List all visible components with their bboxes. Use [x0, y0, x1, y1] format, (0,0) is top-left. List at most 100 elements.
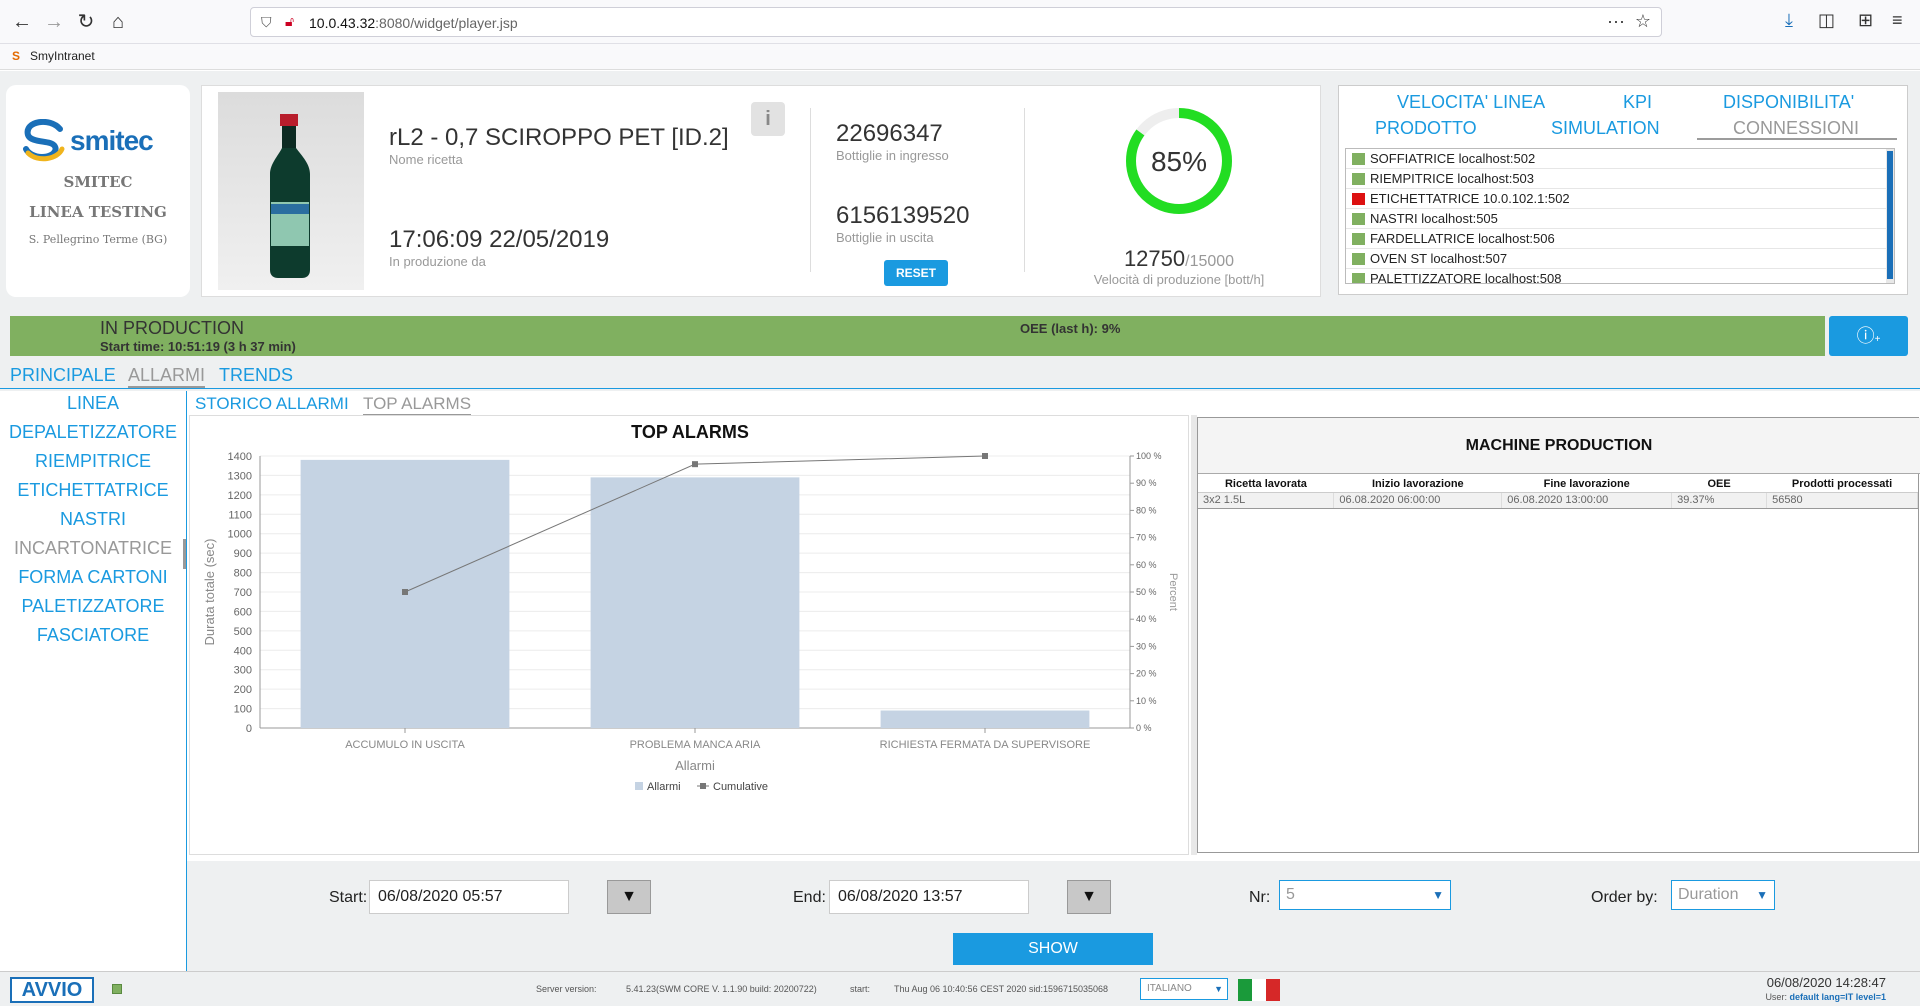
table-header-row: Ricetta lavorata Inizio lavorazione Fine…	[1198, 476, 1918, 493]
y2-tick-label: 20 %	[1136, 669, 1157, 679]
production-status-bar: IN PRODUCTION Start time: 10:51:19 (3 h …	[10, 316, 1825, 356]
italian-flag-icon[interactable]	[1238, 979, 1280, 1001]
recipe-info-icon[interactable]: i	[751, 102, 785, 136]
main-tabs: PRINCIPALE ALLARMI TRENDS	[0, 363, 1920, 389]
connections-scrollbar[interactable]	[1886, 149, 1894, 283]
production-since-label: In produzione da	[389, 254, 486, 269]
home-icon[interactable]: ⌂	[104, 8, 132, 36]
tab-simulation[interactable]: SIMULATION	[1551, 118, 1660, 139]
order-by-select[interactable]: Duration ▼	[1671, 880, 1775, 910]
bookmark-star-icon[interactable]: ☆	[1635, 11, 1651, 32]
y-tick-label: 300	[234, 665, 252, 677]
back-icon[interactable]: ←	[8, 8, 36, 36]
user-value: default lang=IT level=1	[1789, 992, 1886, 1002]
speed-max: /15000	[1185, 253, 1235, 270]
tab-principale[interactable]: PRINCIPALE	[10, 365, 116, 386]
list-item[interactable]: ETICHETTATRICE 10.0.102.1:502	[1346, 189, 1894, 209]
nr-select[interactable]: 5 ▼	[1279, 880, 1451, 910]
machine-production-table: Ricetta lavorata Inizio lavorazione Fine…	[1198, 476, 1918, 509]
download-icon[interactable]: ⤓	[1785, 10, 1793, 31]
forward-icon[interactable]: →	[40, 8, 68, 36]
speed-label: Velocità di produzione [bott/h]	[1093, 272, 1265, 287]
tab-allarmi[interactable]: ALLARMI	[128, 365, 206, 388]
tab-disponibilita[interactable]: DISPONIBILITA'	[1723, 92, 1854, 113]
show-button[interactable]: SHOW	[953, 933, 1153, 965]
tab-connessioni[interactable]: CONNESSIONI	[1733, 118, 1859, 139]
tab-trends[interactable]: TRENDS	[219, 365, 293, 386]
nr-value: 5	[1286, 886, 1295, 903]
list-item[interactable]: NASTRI localhost:505	[1346, 209, 1894, 229]
y-tick-label: 900	[234, 548, 252, 560]
chart-canvas: 0 100 200 300 400 500 600 700 800 900 1000 1100 1200…	[202, 451, 1179, 793]
tab-prodotto[interactable]: PRODOTTO	[1375, 118, 1477, 139]
y-tick-label: 1300	[228, 470, 252, 482]
column-header[interactable]: Ricetta lavorata	[1198, 476, 1334, 493]
column-header[interactable]: Prodotti processati	[1766, 476, 1918, 493]
language-value: ITALIANO	[1147, 983, 1192, 994]
list-item[interactable]: RIEMPITRICE localhost:503	[1346, 169, 1894, 189]
line-name: LINEA TESTING	[29, 203, 167, 221]
url-bar[interactable]: ⛉ 🔓︎ 10.0.43.32:8080/widget/player.jsp ·…	[250, 7, 1662, 37]
tab-storico-allarmi[interactable]: STORICO ALLARMI	[195, 394, 349, 414]
end-date-input[interactable]: 06/08/2020 13:57	[829, 880, 1029, 914]
side-item-etichettatrice[interactable]: ETICHETTATRICE	[0, 480, 186, 501]
production-since: 17:06:09 22/05/2019	[389, 226, 610, 253]
start-date-picker-button[interactable]: ▼	[607, 880, 651, 914]
column-header[interactable]: OEE	[1671, 476, 1767, 493]
table-cell: 06.08.2020 13:00:00	[1501, 492, 1673, 509]
reset-button[interactable]: RESET	[884, 260, 948, 286]
side-item-fasciatore[interactable]: FASCIATORE	[0, 625, 186, 646]
bar	[880, 710, 1090, 728]
connection-status-icon	[112, 984, 122, 994]
reload-icon[interactable]: ↻	[72, 8, 100, 36]
top-alarms-chart: TOP ALARMS 0 100 200 300 400 500 600 700 800 900 1…	[189, 415, 1189, 855]
start-label: Start:	[329, 889, 368, 906]
table-cell: 56580	[1766, 492, 1918, 509]
list-item[interactable]: FARDELLATRICE localhost:506	[1346, 229, 1894, 249]
x-axis-label: Allarmi	[675, 758, 715, 773]
status-info-button[interactable]: ⓘ+	[1829, 316, 1908, 356]
extensions-icon[interactable]: ⊞	[1858, 10, 1873, 31]
side-item-paletizzatore[interactable]: PALETIZZATORE	[0, 596, 186, 617]
tab-kpi[interactable]: KPI	[1623, 92, 1652, 113]
tab-velocita-linea[interactable]: VELOCITA' LINEA	[1397, 92, 1545, 113]
bookmark-smyintranet[interactable]: S SmyIntranet	[12, 49, 95, 63]
side-item-linea[interactable]: LINEA	[0, 393, 186, 414]
user-prefix: User:	[1765, 992, 1790, 1002]
bottles-in-value: 22696347	[836, 120, 943, 147]
active-tab-indicator	[1697, 138, 1897, 140]
footer-bar: AVVIO Server version: 5.41.23(SWM CORE V…	[0, 971, 1920, 1006]
legend-label-allarmi: Allarmi	[647, 781, 681, 793]
connection-status-icon	[1352, 233, 1365, 245]
side-item-incartonatrice[interactable]: INCARTONATRICE	[0, 538, 186, 559]
list-item[interactable]: SOFFIATRICE localhost:502	[1346, 149, 1894, 169]
list-item[interactable]: PALETTIZZATORE localhost:508	[1346, 269, 1894, 283]
url-text: 10.0.43.32:8080/widget/player.jsp	[309, 15, 518, 31]
avvio-button[interactable]: AVVIO	[10, 977, 94, 1003]
side-item-riempitrice[interactable]: RIEMPITRICE	[0, 451, 186, 472]
tab-top-alarms[interactable]: TOP ALARMS	[363, 394, 472, 416]
column-header[interactable]: Inizio lavorazione	[1333, 476, 1502, 493]
insecure-lock-icon[interactable]: 🔓︎	[285, 13, 294, 30]
end-date-picker-button[interactable]: ▼	[1067, 880, 1111, 914]
column-header[interactable]: Fine lavorazione	[1501, 476, 1672, 493]
connection-status-icon	[1352, 153, 1365, 165]
start-date-input[interactable]: 06/08/2020 05:57	[369, 880, 569, 914]
y2-tick-label: 0 %	[1136, 723, 1152, 733]
language-select[interactable]: ITALIANO ▼	[1140, 978, 1228, 1000]
menu-icon[interactable]: ≡	[1892, 10, 1903, 31]
connection-name: ETICHETTATRICE 10.0.102.1:502	[1370, 191, 1570, 206]
y2-tick-label: 40 %	[1136, 614, 1157, 624]
sidebar-icon[interactable]: ◫	[1818, 10, 1835, 31]
scrollbar-thumb[interactable]	[1887, 151, 1893, 279]
start-info-label: start:	[850, 984, 871, 994]
side-item-depaletizzatore[interactable]: DEPALETIZZATORE	[0, 422, 186, 443]
side-item-nastri[interactable]: NASTRI	[0, 509, 186, 530]
page-actions-icon[interactable]: ···	[1607, 11, 1625, 32]
table-row[interactable]: 3x2 1.5L 06.08.2020 06:00:00 06.08.2020 …	[1198, 492, 1918, 509]
speed-value: 12750	[1123, 246, 1186, 271]
y-tick-label: 1100	[228, 509, 252, 521]
side-item-forma-cartoni[interactable]: FORMA CARTONI	[0, 567, 186, 588]
list-item[interactable]: OVEN ST localhost:507	[1346, 249, 1894, 269]
connection-status-icon	[1352, 273, 1365, 283]
